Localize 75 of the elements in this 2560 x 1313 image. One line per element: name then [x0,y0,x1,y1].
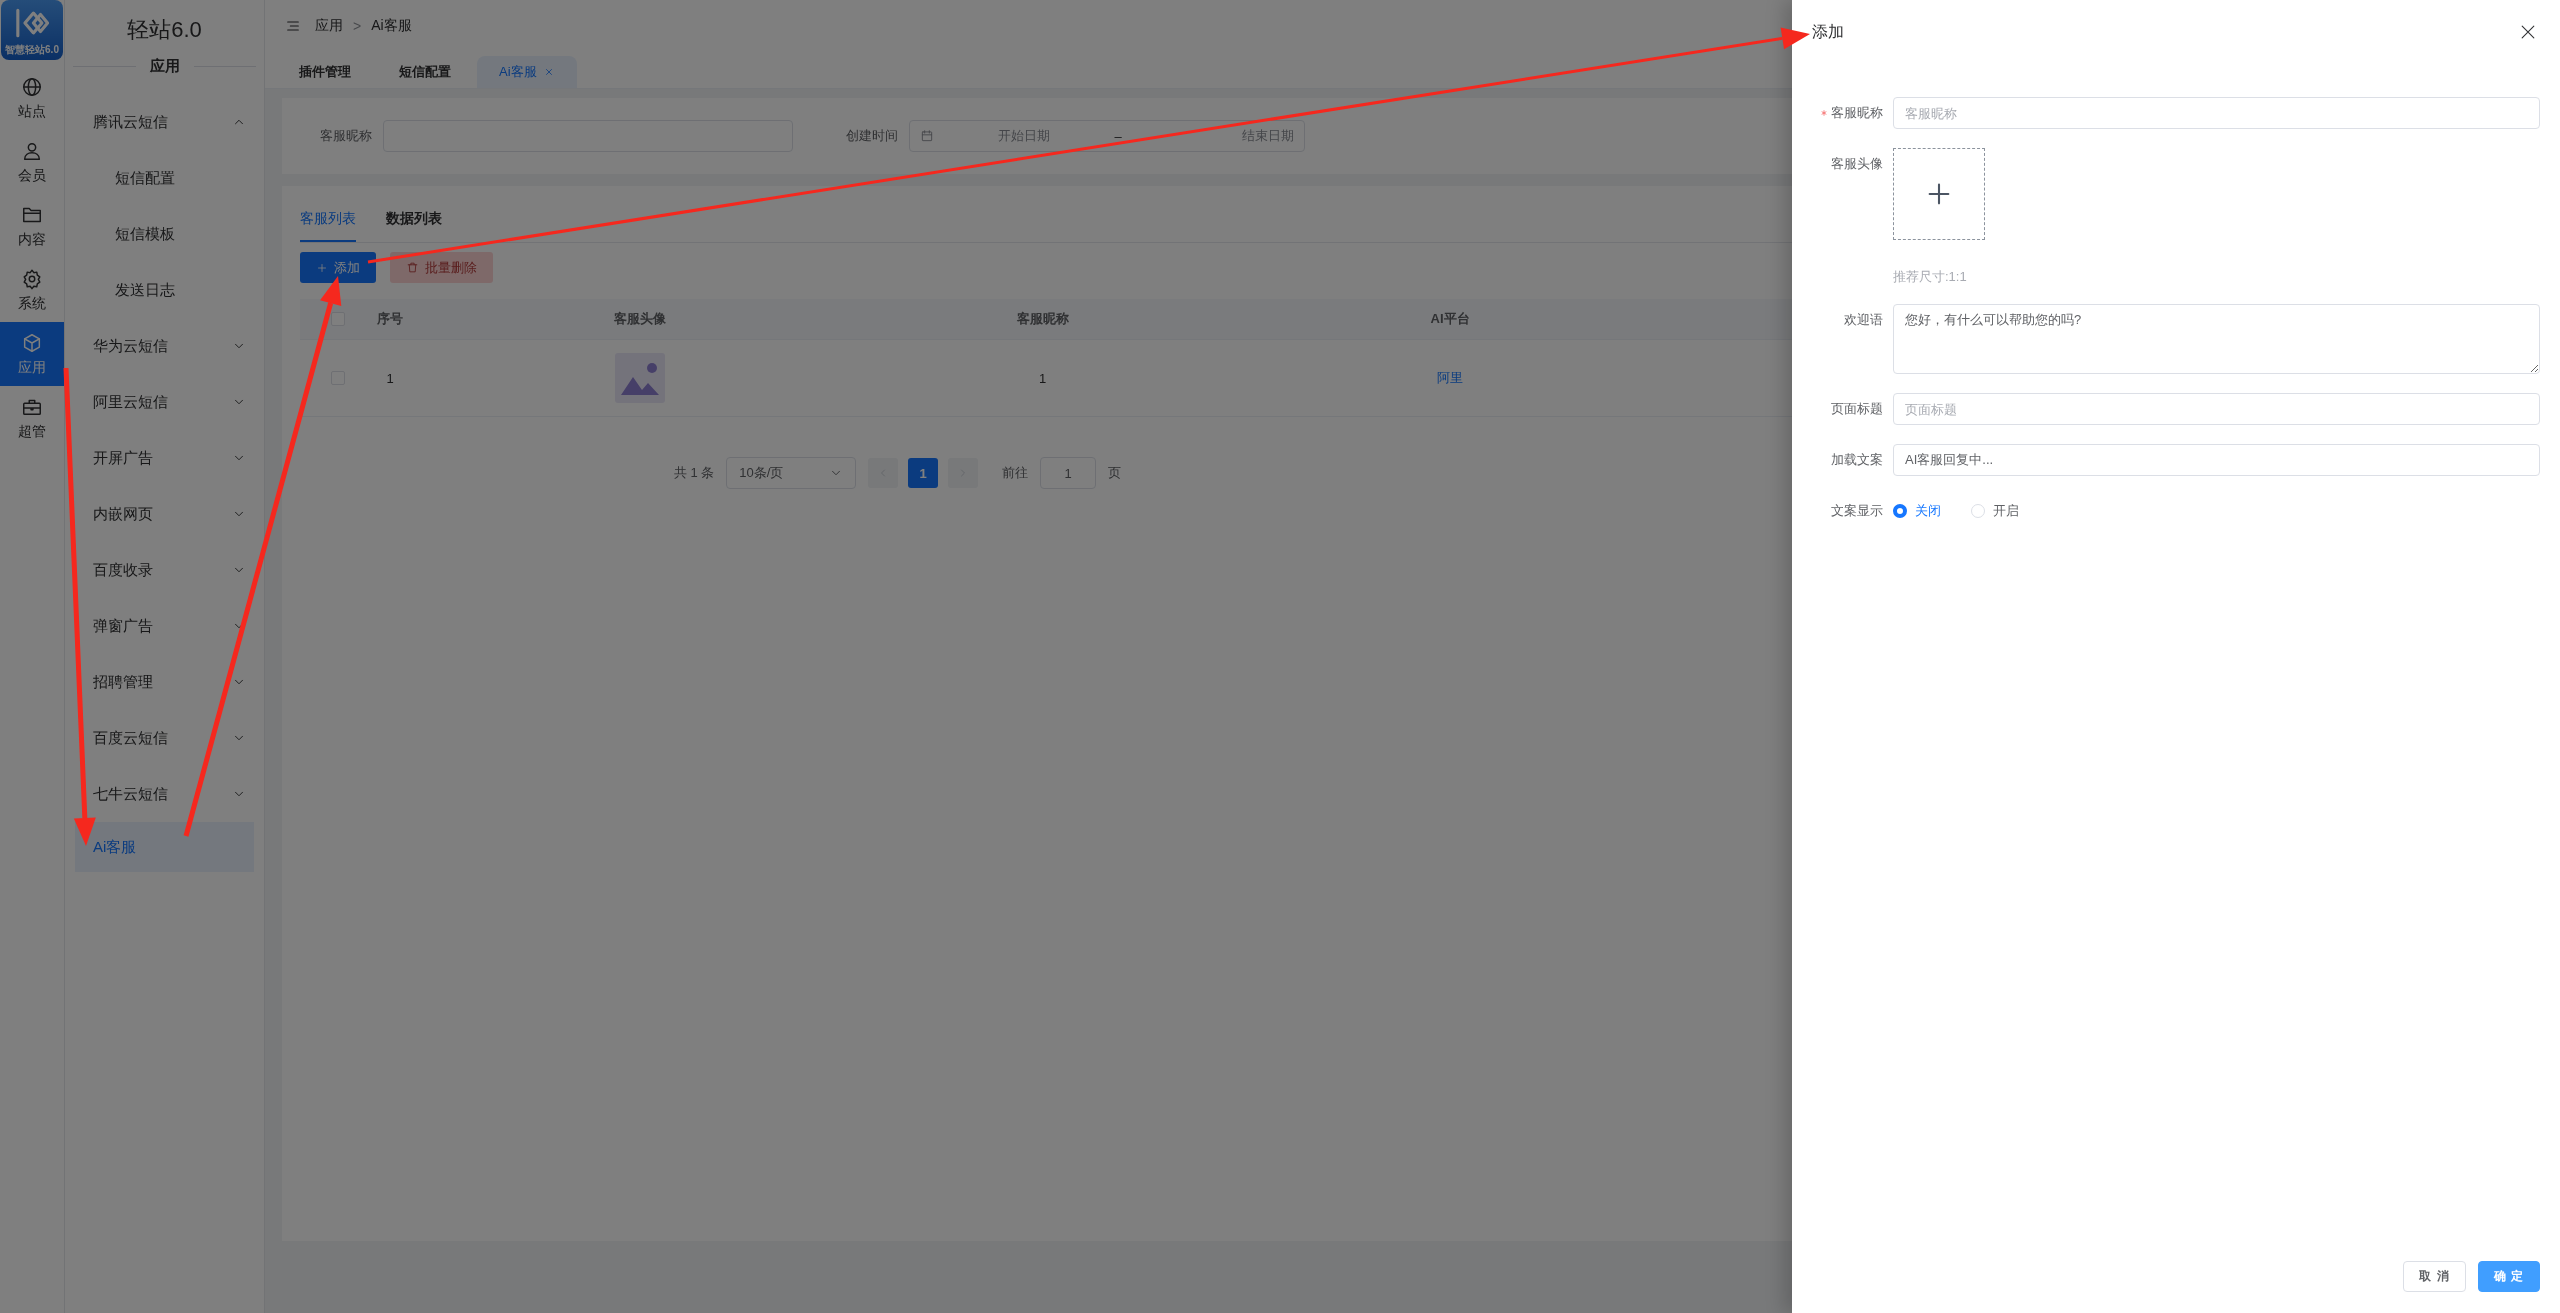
column-header: AI平台 [1240,299,1660,340]
input-field[interactable]: 页面标题 [1893,393,2540,425]
checkbox[interactable] [331,312,345,326]
list-tab[interactable]: 数据列表 [386,202,442,242]
menu-item[interactable]: 内嵌网页 [65,486,264,542]
calendar-icon [920,129,934,143]
image-placeholder-icon [615,353,665,403]
textarea-field[interactable]: 您好，有什么可以帮助您的吗? [1893,304,2540,374]
rail-item[interactable]: 系统 [0,258,64,322]
field-label: 客服头像 [1831,155,1883,173]
input-field[interactable]: AI客服回复中... [1893,444,2540,476]
submenu-item[interactable]: 发送日志 [65,262,264,318]
menu-item[interactable]: 阿里云短信 [65,374,264,430]
menu-icon[interactable] [285,18,301,34]
breadcrumb-item[interactable]: 应用 [315,17,343,35]
menu-item[interactable]: 腾讯云短信 [65,94,264,150]
breadcrumb-item[interactable]: Ai客服 [371,17,412,35]
logo-icon [15,6,49,40]
page-tab[interactable]: 短信配置 [377,56,473,88]
hint-text: 推荐尺寸:1:1 [1893,269,1967,285]
logo-text: 智慧轻站6.0 [5,43,59,57]
platform-link[interactable]: 阿里 [1437,369,1463,387]
page-size-select[interactable]: 10条/页 [726,457,857,489]
menu-item[interactable]: 百度收录 [65,542,264,598]
column-header: 客服昵称 [845,299,1240,340]
rail-item[interactable]: 站点 [0,66,64,130]
column-header: 客服头像 [435,299,845,340]
page-button[interactable]: 1 [908,458,939,488]
list-tab[interactable]: 客服列表 [300,202,356,242]
radio-option[interactable]: 关闭 [1893,502,1941,520]
rail-item[interactable]: 应用 [0,322,64,386]
total-count: 共 1 条 [673,464,715,482]
menu-item[interactable]: 招聘管理 [65,654,264,710]
breadcrumb-separator: > [353,18,362,34]
drawer-title: 添加 [1812,21,1844,42]
add-button[interactable]: 添加 [300,252,376,283]
field-label: 文案显示 [1831,502,1883,520]
rail-item[interactable]: 会员 [0,130,64,194]
submenu-item[interactable]: 短信模板 [65,206,264,262]
table-cell: 1 [1038,370,1047,386]
field-label: 创建时间 [845,127,898,145]
field-label: 页面标题 [1831,400,1883,418]
input-field[interactable]: 客服昵称 [1893,97,2540,129]
table-cell: 1 [386,370,394,386]
rail-item[interactable]: 内容 [0,194,64,258]
globe-icon [21,75,43,98]
trash-icon [406,261,419,274]
plus-icon [316,261,328,274]
menu-item[interactable]: 弹窗广告 [65,598,264,654]
upload-box[interactable] [1893,148,1985,240]
page-tab[interactable]: 插件管理 [277,56,373,88]
radio-option[interactable]: 开启 [1971,502,2019,520]
cancel-button[interactable]: 取 消 [2403,1261,2466,1292]
column-header: 序号 [345,299,435,340]
page-suffix: 页 [1108,464,1122,482]
sidebar-title: 轻站6.0 [127,16,202,44]
menu-item[interactable]: 华为云短信 [65,318,264,374]
menu-item[interactable]: 开屏广告 [65,430,264,486]
menu-item[interactable]: 百度云短信 [65,710,264,766]
rail-item[interactable]: 超管 [0,386,64,450]
section-heading: 应用 [149,56,180,76]
field-label: 客服昵称 [319,127,372,145]
menu-item[interactable]: Ai客服 [75,822,254,872]
field-label: 欢迎语 [1844,311,1883,329]
confirm-button[interactable]: 确 定 [2477,1261,2540,1292]
cube-icon [21,331,43,354]
submenu-item[interactable]: 短信配置 [65,150,264,206]
field-label: 加载文案 [1831,451,1883,469]
page-number-field[interactable]: 1 [1040,457,1097,489]
page-tab[interactable]: Ai客服 [477,56,577,88]
radio-button[interactable] [1893,504,1907,518]
menu-item[interactable]: 七牛云短信 [65,766,264,822]
gear-icon [21,267,43,290]
goto-label: 前往 [1002,464,1029,482]
field-label: 客服昵称 [1831,104,1883,122]
